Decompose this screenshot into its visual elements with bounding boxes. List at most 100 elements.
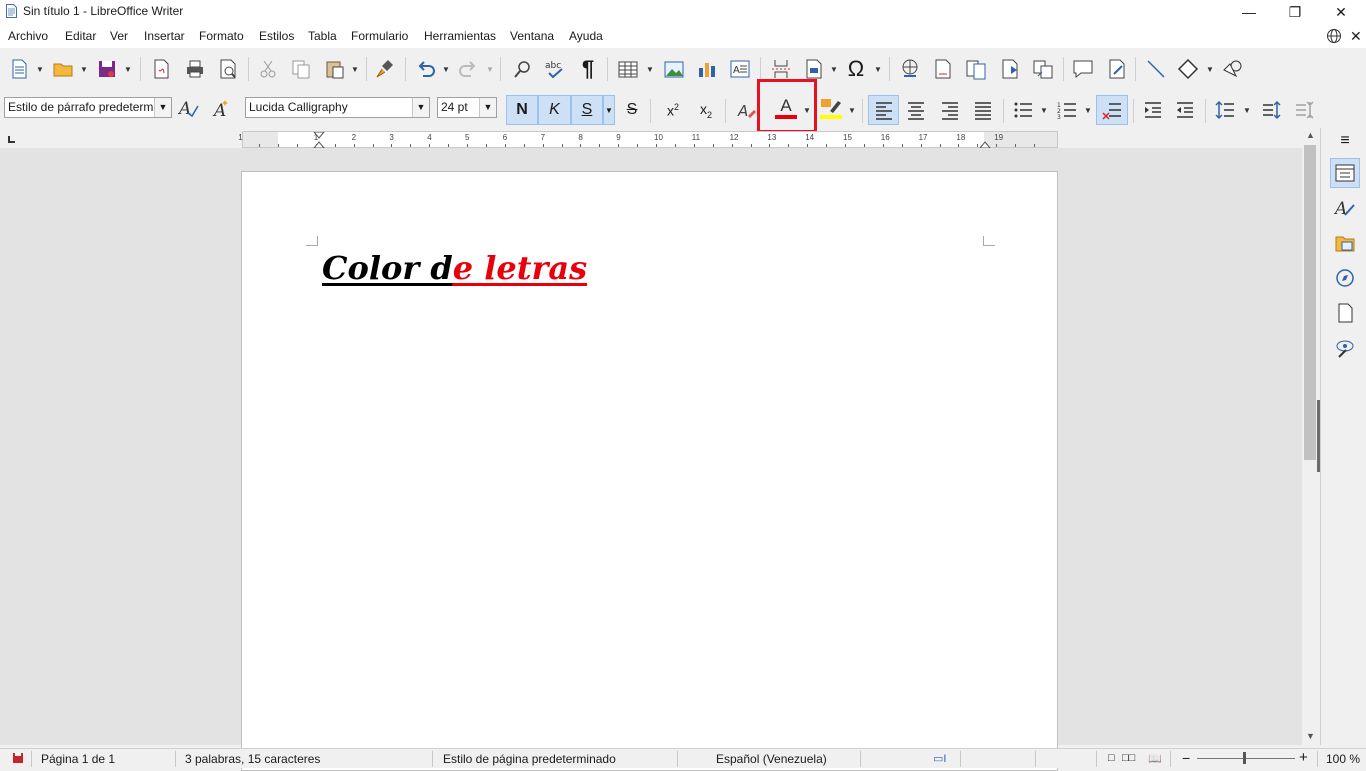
update-globe-icon[interactable] [1326,28,1342,44]
status-page-number[interactable]: Página 1 de 1 [41,752,115,766]
chevron-down-icon[interactable]: ▼ [412,98,429,117]
redo-button[interactable] [455,56,481,82]
decrease-indent-button[interactable] [1172,97,1198,123]
sidebar-properties-button[interactable] [1330,158,1360,188]
underline-button[interactable]: S [571,95,603,125]
save-button[interactable] [94,56,120,82]
insert-field-dropdown-icon[interactable]: ▼ [830,56,838,82]
indent-marker-icon[interactable] [313,132,325,148]
scroll-up-icon[interactable]: ▲ [1306,130,1315,140]
undo-dropdown-icon[interactable]: ▼ [442,56,450,82]
increase-indent-button[interactable] [1140,97,1166,123]
sidebar-menu-button[interactable]: ≡ [1330,129,1360,153]
track-changes-button[interactable] [1104,56,1130,82]
italic-button[interactable]: K [538,95,571,125]
menu-herramientas[interactable]: Herramientas [424,29,496,43]
strikethrough-button[interactable]: S [619,97,645,123]
insert-cross-reference-button[interactable] [1030,56,1056,82]
status-zoom-level[interactable]: 100 % [1326,752,1360,766]
right-indent-marker-icon[interactable] [979,139,991,148]
export-pdf-button[interactable] [148,56,174,82]
draw-functions-button[interactable] [1220,56,1246,82]
book-view-icon[interactable]: 📖 [1148,752,1162,765]
undo-button[interactable] [413,56,439,82]
menu-ayuda[interactable]: Ayuda [569,29,603,43]
scroll-down-icon[interactable]: ▼ [1306,731,1315,741]
clear-formatting-button[interactable]: A [733,97,759,123]
formatting-marks-button[interactable]: ¶ [575,56,601,82]
multi-page-view-icon[interactable]: □□ [1122,752,1135,764]
menu-tabla[interactable]: Tabla [308,29,337,43]
document-modified-icon[interactable] [12,752,24,764]
paste-button[interactable] [322,56,348,82]
justify-button[interactable] [970,97,996,123]
insert-image-button[interactable] [661,56,687,82]
highlight-color-dropdown-icon[interactable]: ▼ [848,97,856,123]
insert-mode-icon[interactable]: ▭I [933,752,946,765]
find-replace-button[interactable] [510,56,536,82]
basic-shapes-button[interactable] [1175,56,1201,82]
underline-dropdown-icon[interactable]: ▼ [603,95,615,125]
unordered-list-button[interactable] [1010,97,1036,123]
insert-line-button[interactable] [1143,56,1169,82]
spelling-button[interactable]: abc [542,56,568,82]
subscript-button[interactable]: x2 [693,97,719,123]
insert-bookmark-button[interactable] [997,56,1023,82]
bold-button[interactable]: N [506,95,538,125]
vertical-scrollbar[interactable]: ▲ ▼ [1302,128,1318,745]
paste-dropdown-icon[interactable]: ▼ [351,56,359,82]
insert-hyperlink-button[interactable] [897,56,923,82]
ordered-list-dropdown-icon[interactable]: ▼ [1084,97,1092,123]
font-color-dropdown-icon[interactable]: ▼ [803,97,811,123]
single-page-view-icon[interactable]: □ [1108,752,1115,764]
menu-insertar[interactable]: Insertar [144,29,185,43]
print-preview-button[interactable] [215,56,241,82]
insert-comment-button[interactable] [1070,56,1096,82]
menu-estilos[interactable]: Estilos [259,29,294,43]
superscript-button[interactable]: x2 [660,97,686,123]
basic-shapes-dropdown-icon[interactable]: ▼ [1206,56,1214,82]
new-document-button[interactable] [6,56,32,82]
close-button[interactable]: ✕ [1318,0,1364,24]
new-document-dropdown-icon[interactable]: ▼ [36,56,44,82]
close-document-icon[interactable]: ✕ [1350,28,1362,45]
cut-button[interactable] [255,56,281,82]
align-center-button[interactable] [903,97,929,123]
minimize-button[interactable]: — [1226,0,1272,24]
menu-ventana[interactable]: Ventana [510,29,554,43]
sidebar-navigator-button[interactable] [1330,263,1360,293]
line-spacing-button[interactable] [1212,97,1238,123]
clone-formatting-button[interactable] [372,56,398,82]
zoom-in-icon[interactable]: + [1299,749,1308,766]
restore-button[interactable]: ❐ [1272,0,1318,24]
insert-footnote-button[interactable] [930,56,956,82]
horizontal-ruler[interactable]: 1 1 2 3 4 5 6 7 8 9 10 11 12 13 14 15 16 17 18 19 [238,131,1058,148]
highlight-color-button[interactable] [818,95,844,121]
new-style-button[interactable]: A [209,95,235,121]
redo-dropdown-icon[interactable]: ▼ [486,56,494,82]
line-spacing-dropdown-icon[interactable]: ▼ [1243,97,1251,123]
special-character-dropdown-icon[interactable]: ▼ [874,56,882,82]
menu-formulario[interactable]: Formulario [351,29,408,43]
zoom-out-icon[interactable]: − [1182,750,1190,766]
decrease-paragraph-spacing-button[interactable] [1291,97,1317,123]
open-dropdown-icon[interactable]: ▼ [80,56,88,82]
sidebar-page-button[interactable] [1330,298,1360,328]
status-language[interactable]: Español (Venezuela) [716,752,827,766]
insert-chart-button[interactable] [694,56,720,82]
print-button[interactable] [182,56,208,82]
menu-editar[interactable]: Editar [65,29,96,43]
sidebar-gallery-button[interactable] [1330,228,1360,258]
ordered-list-button[interactable]: 123 [1054,97,1080,123]
status-word-count[interactable]: 3 palabras, 15 caracteres [185,752,320,766]
menu-ver[interactable]: Ver [110,29,128,43]
font-name-combo[interactable]: Lucida Calligraphy ▼ [245,97,430,118]
zoom-slider-track[interactable] [1197,758,1295,759]
paragraph-style-combo[interactable]: Estilo de párrafo predetermi ▼ [4,97,172,118]
scrollbar-thumb[interactable] [1304,145,1316,460]
tab-stop-selector-icon[interactable] [8,136,15,143]
special-character-button[interactable]: Ω [843,56,869,82]
align-right-button[interactable] [937,97,963,123]
menu-formato[interactable]: Formato [199,29,244,43]
open-button[interactable] [50,56,76,82]
